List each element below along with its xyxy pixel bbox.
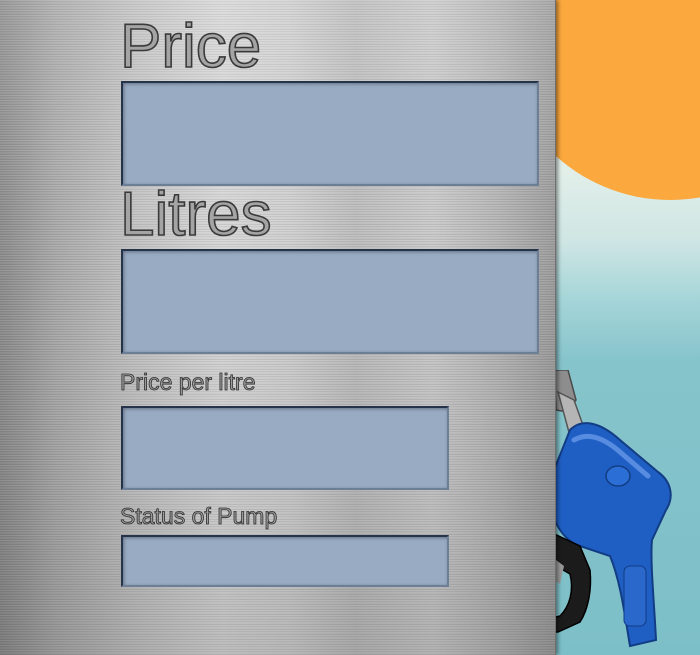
pump-status-label: Status of Pump <box>120 503 278 529</box>
price-per-litre-display <box>121 406 449 490</box>
fuel-nozzle-icon <box>543 370 672 648</box>
pump-status-display <box>121 535 449 587</box>
sun-icon <box>540 0 700 200</box>
background-scenery <box>540 0 700 655</box>
price-per-litre-label: Price per litre <box>120 369 256 395</box>
litres-label: Litres <box>119 180 272 249</box>
litres-display <box>121 249 539 354</box>
price-display <box>121 81 539 186</box>
price-label: Price <box>119 12 262 81</box>
pump-app-window: Price Litres Price per litre Status of P… <box>0 0 700 655</box>
